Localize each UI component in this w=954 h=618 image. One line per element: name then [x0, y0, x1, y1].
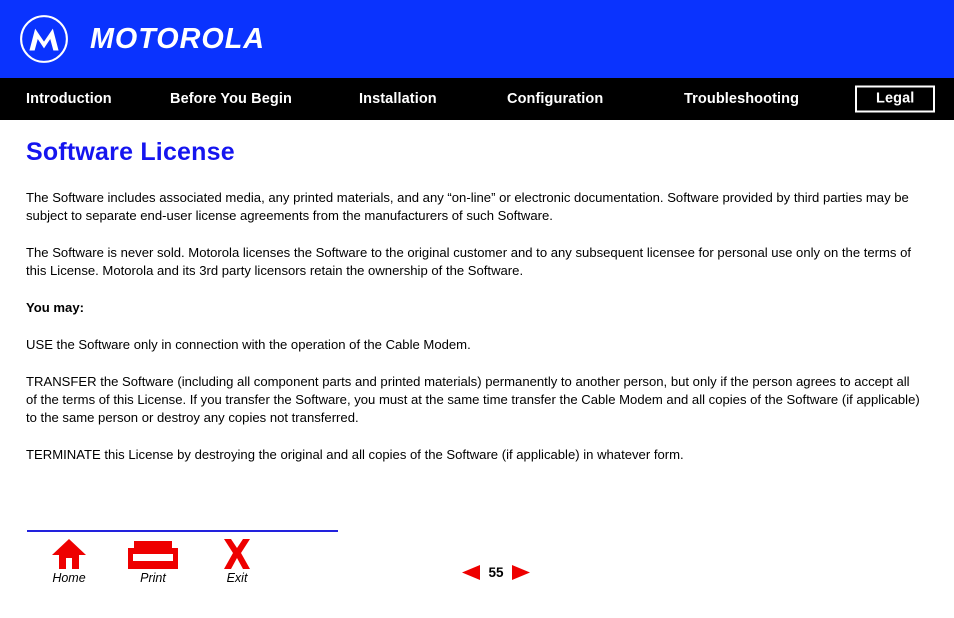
home-button[interactable]: Home: [27, 539, 111, 585]
nav-item-installation[interactable]: Installation: [359, 91, 437, 107]
permission-terminate: TERMINATE this License by destroying the…: [26, 447, 684, 462]
page-number: 55: [488, 565, 504, 580]
home-icon: [52, 539, 86, 569]
footer-toolbar: Home Print Exit: [27, 539, 347, 585]
footer-divider: [27, 530, 338, 532]
paragraph-software-includes: The Software includes associated media, …: [26, 190, 909, 223]
paragraph-software-never-sold: The Software is never sold. Motorola lic…: [26, 245, 912, 278]
nav-item-legal[interactable]: Legal: [855, 85, 936, 113]
home-label: Home: [52, 571, 86, 585]
nav-item-configuration[interactable]: Configuration: [507, 91, 603, 107]
page-title: Software License: [26, 138, 235, 166]
header-banner: MOTOROLA: [0, 0, 954, 78]
nav-item-introduction[interactable]: Introduction: [26, 91, 112, 107]
page-navigation: 55: [462, 565, 530, 580]
permission-transfer: TRANSFER the Software (including all com…: [26, 374, 920, 425]
exit-label: Exit: [226, 571, 248, 585]
print-button[interactable]: Print: [111, 539, 195, 585]
printer-icon: [128, 539, 178, 569]
exit-button[interactable]: Exit: [195, 539, 279, 585]
main-navigation: Introduction Before You Begin Installati…: [0, 78, 954, 120]
page-footer: Home Print Exit 55: [0, 525, 954, 618]
you-may-heading: You may:: [26, 300, 84, 315]
close-x-icon: [222, 539, 252, 569]
permission-use: USE the Software only in connection with…: [26, 337, 471, 352]
triangle-left-icon[interactable]: [462, 565, 480, 580]
motorola-wordmark: MOTOROLA: [90, 23, 265, 55]
main-content: Software License The Software includes a…: [0, 120, 954, 464]
nav-item-troubleshooting[interactable]: Troubleshooting: [684, 91, 799, 107]
motorola-batwing-icon: [20, 15, 68, 63]
triangle-right-icon[interactable]: [512, 565, 530, 580]
print-label: Print: [140, 571, 166, 585]
nav-item-before-you-begin[interactable]: Before You Begin: [170, 91, 292, 107]
brand-name: MOTOROLA: [90, 23, 265, 55]
